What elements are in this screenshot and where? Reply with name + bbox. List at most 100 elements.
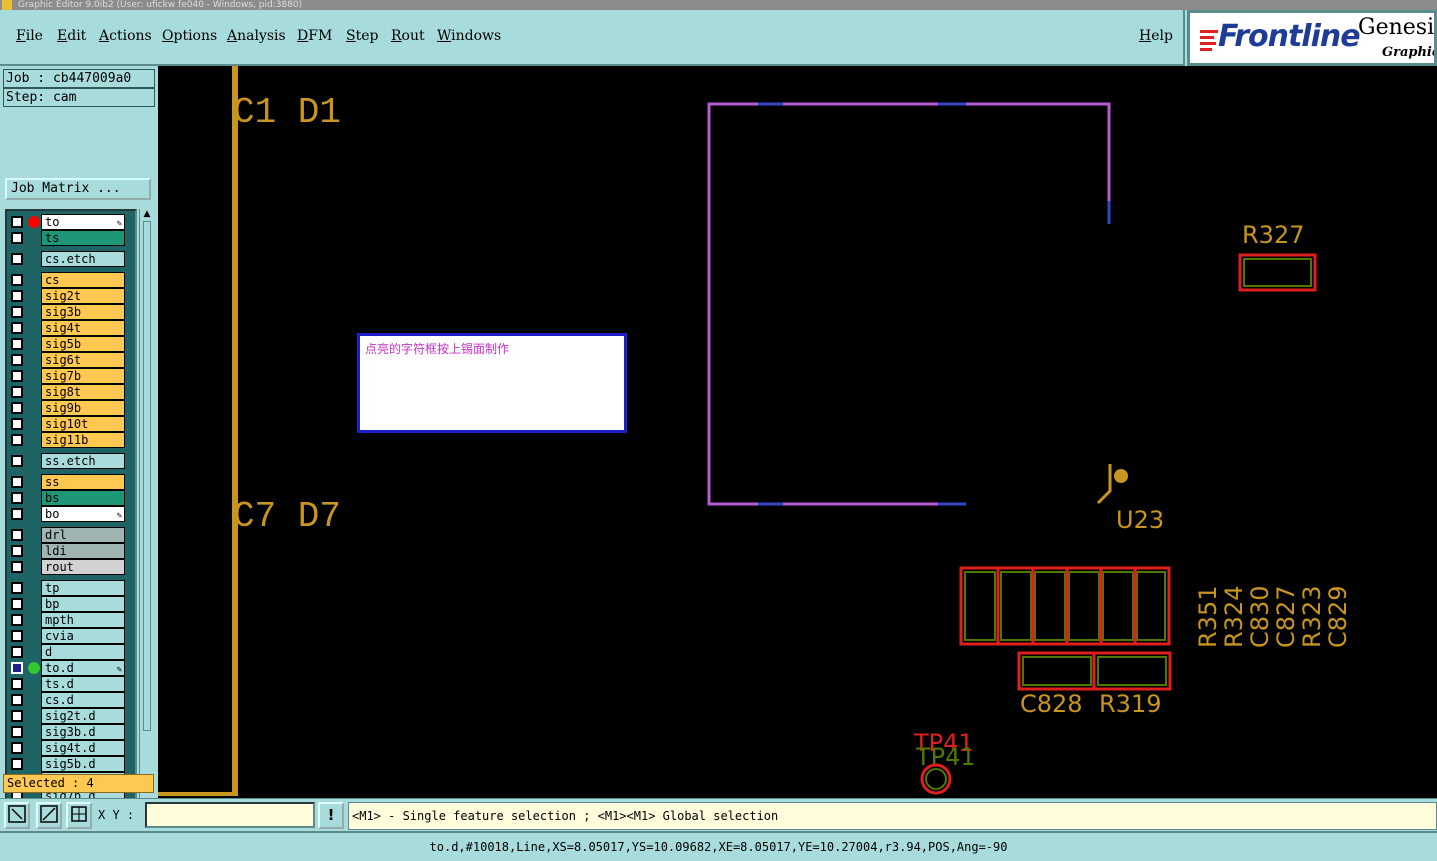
layer-row[interactable]: sig10t <box>7 416 135 432</box>
layer-row[interactable]: sig3b.d <box>7 724 135 740</box>
zoom-window-button[interactable] <box>36 802 62 829</box>
layer-name[interactable]: sig9b <box>41 400 125 416</box>
layer-row[interactable]: tp <box>7 580 135 596</box>
layer-name[interactable]: sig7b <box>41 368 125 384</box>
layer-checkbox[interactable] <box>11 492 23 504</box>
layer-checkbox[interactable] <box>11 322 23 334</box>
layer-checkbox[interactable] <box>11 726 23 738</box>
layer-row[interactable]: cs.d <box>7 692 135 708</box>
layer-row[interactable]: ss.etch <box>7 453 135 469</box>
layer-name[interactable]: sig4t <box>41 320 125 336</box>
layer-checkbox[interactable] <box>11 338 23 350</box>
menu-actions[interactable]: Actions <box>99 28 152 44</box>
menu-analysis[interactable]: Analysis <box>227 28 286 44</box>
layer-checkbox[interactable] <box>11 253 23 265</box>
layer-row[interactable]: sig2t <box>7 288 135 304</box>
scroll-up-icon[interactable]: ▲ <box>141 209 153 220</box>
layer-row[interactable]: sig7b <box>7 368 135 384</box>
layer-name[interactable]: to ✎ <box>41 214 125 230</box>
layer-row[interactable]: drl <box>7 527 135 543</box>
layer-row[interactable]: ss <box>7 474 135 490</box>
layer-checkbox[interactable] <box>11 529 23 541</box>
layer-row[interactable]: sig4t <box>7 320 135 336</box>
layer-name[interactable]: ts <box>41 230 125 246</box>
layer-checkbox[interactable] <box>11 742 23 754</box>
layer-checkbox[interactable] <box>11 646 23 658</box>
layer-name[interactable]: sig6t <box>41 352 125 368</box>
layer-row[interactable]: cs <box>7 272 135 288</box>
layer-row[interactable]: sig5b <box>7 336 135 352</box>
layer-row[interactable]: sig6t <box>7 352 135 368</box>
layer-checkbox[interactable] <box>11 354 23 366</box>
layer-name[interactable]: sig3b.d <box>41 724 125 740</box>
menu-step[interactable]: Step <box>346 28 378 44</box>
layer-checkbox[interactable] <box>11 402 23 414</box>
layer-row[interactable]: bo ✎ <box>7 506 135 522</box>
menu-windows[interactable]: Windows <box>437 28 501 44</box>
graphic-canvas[interactable]: C1 D1 C7 D7 R327 U23 R351 R324 C830 C827… <box>158 66 1437 798</box>
layer-checkbox[interactable] <box>11 561 23 573</box>
layer-checkbox[interactable] <box>11 232 23 244</box>
layer-row[interactable]: sig2t.d <box>7 708 135 724</box>
layer-name[interactable]: sig5b.d <box>41 756 125 772</box>
layer-checkbox[interactable] <box>11 582 23 594</box>
layer-checkbox[interactable] <box>11 678 23 690</box>
job-matrix-button[interactable]: Job Matrix ... <box>5 178 151 200</box>
layer-name[interactable]: ss.etch <box>41 453 125 469</box>
layer-checkbox[interactable] <box>11 614 23 626</box>
menu-help[interactable]: Help <box>1139 28 1173 44</box>
layer-checkbox[interactable] <box>11 598 23 610</box>
layer-checkbox[interactable] <box>11 290 23 302</box>
layer-row[interactable]: sig4t.d <box>7 740 135 756</box>
layer-row[interactable]: sig9b <box>7 400 135 416</box>
xy-input[interactable] <box>145 802 315 828</box>
layer-name[interactable]: rout <box>41 559 125 575</box>
layer-checkbox[interactable] <box>11 758 23 770</box>
layer-name[interactable]: cvia <box>41 628 125 644</box>
layer-name[interactable]: ldi <box>41 543 125 559</box>
layer-row[interactable]: ts.d <box>7 676 135 692</box>
layer-checkbox[interactable] <box>11 508 23 520</box>
layer-row[interactable]: d <box>7 644 135 660</box>
layer-name[interactable]: sig8t <box>41 384 125 400</box>
snap-grid-button[interactable] <box>66 802 92 829</box>
layer-checkbox[interactable] <box>11 455 23 467</box>
scroll-thumb[interactable] <box>143 221 151 731</box>
layer-name[interactable]: bs <box>41 490 125 506</box>
layer-row[interactable]: bp <box>7 596 135 612</box>
layer-checkbox[interactable] <box>11 476 23 488</box>
layer-name[interactable]: sig4t.d <box>41 740 125 756</box>
layer-row[interactable]: bs <box>7 490 135 506</box>
layer-name[interactable]: sig5b <box>41 336 125 352</box>
layer-checkbox[interactable] <box>11 630 23 642</box>
layer-row[interactable]: ts <box>7 230 135 246</box>
layer-row[interactable]: ldi <box>7 543 135 559</box>
layer-name[interactable]: bp <box>41 596 125 612</box>
layer-name[interactable]: sig2t.d <box>41 708 125 724</box>
layer-name[interactable]: d <box>41 644 125 660</box>
menu-rout[interactable]: Rout <box>391 28 425 44</box>
layer-row[interactable]: to.d ✎ <box>7 660 135 676</box>
layer-name[interactable]: ss <box>41 474 125 490</box>
layer-checkbox[interactable] <box>11 386 23 398</box>
layer-row[interactable]: sig3b <box>7 304 135 320</box>
layer-row[interactable]: cvia <box>7 628 135 644</box>
layer-name[interactable]: sig2t <box>41 288 125 304</box>
layer-checkbox[interactable] <box>11 216 23 228</box>
layer-checkbox[interactable] <box>11 710 23 722</box>
layer-name[interactable]: sig10t <box>41 416 125 432</box>
layer-name[interactable]: sig11b <box>41 432 125 448</box>
layer-row[interactable]: cs.etch <box>7 251 135 267</box>
layer-checkbox[interactable] <box>11 662 23 674</box>
layer-name[interactable]: ts.d <box>41 676 125 692</box>
layer-name[interactable]: sig3b <box>41 304 125 320</box>
menu-options[interactable]: Options <box>162 28 217 44</box>
menu-file[interactable]: File <box>16 28 43 44</box>
menu-edit[interactable]: Edit <box>57 28 86 44</box>
layer-row[interactable]: sig11b <box>7 432 135 448</box>
layer-checkbox[interactable] <box>11 418 23 430</box>
layer-checkbox[interactable] <box>11 306 23 318</box>
layer-checkbox[interactable] <box>11 694 23 706</box>
layer-checkbox[interactable] <box>11 274 23 286</box>
layer-row[interactable]: rout <box>7 559 135 575</box>
